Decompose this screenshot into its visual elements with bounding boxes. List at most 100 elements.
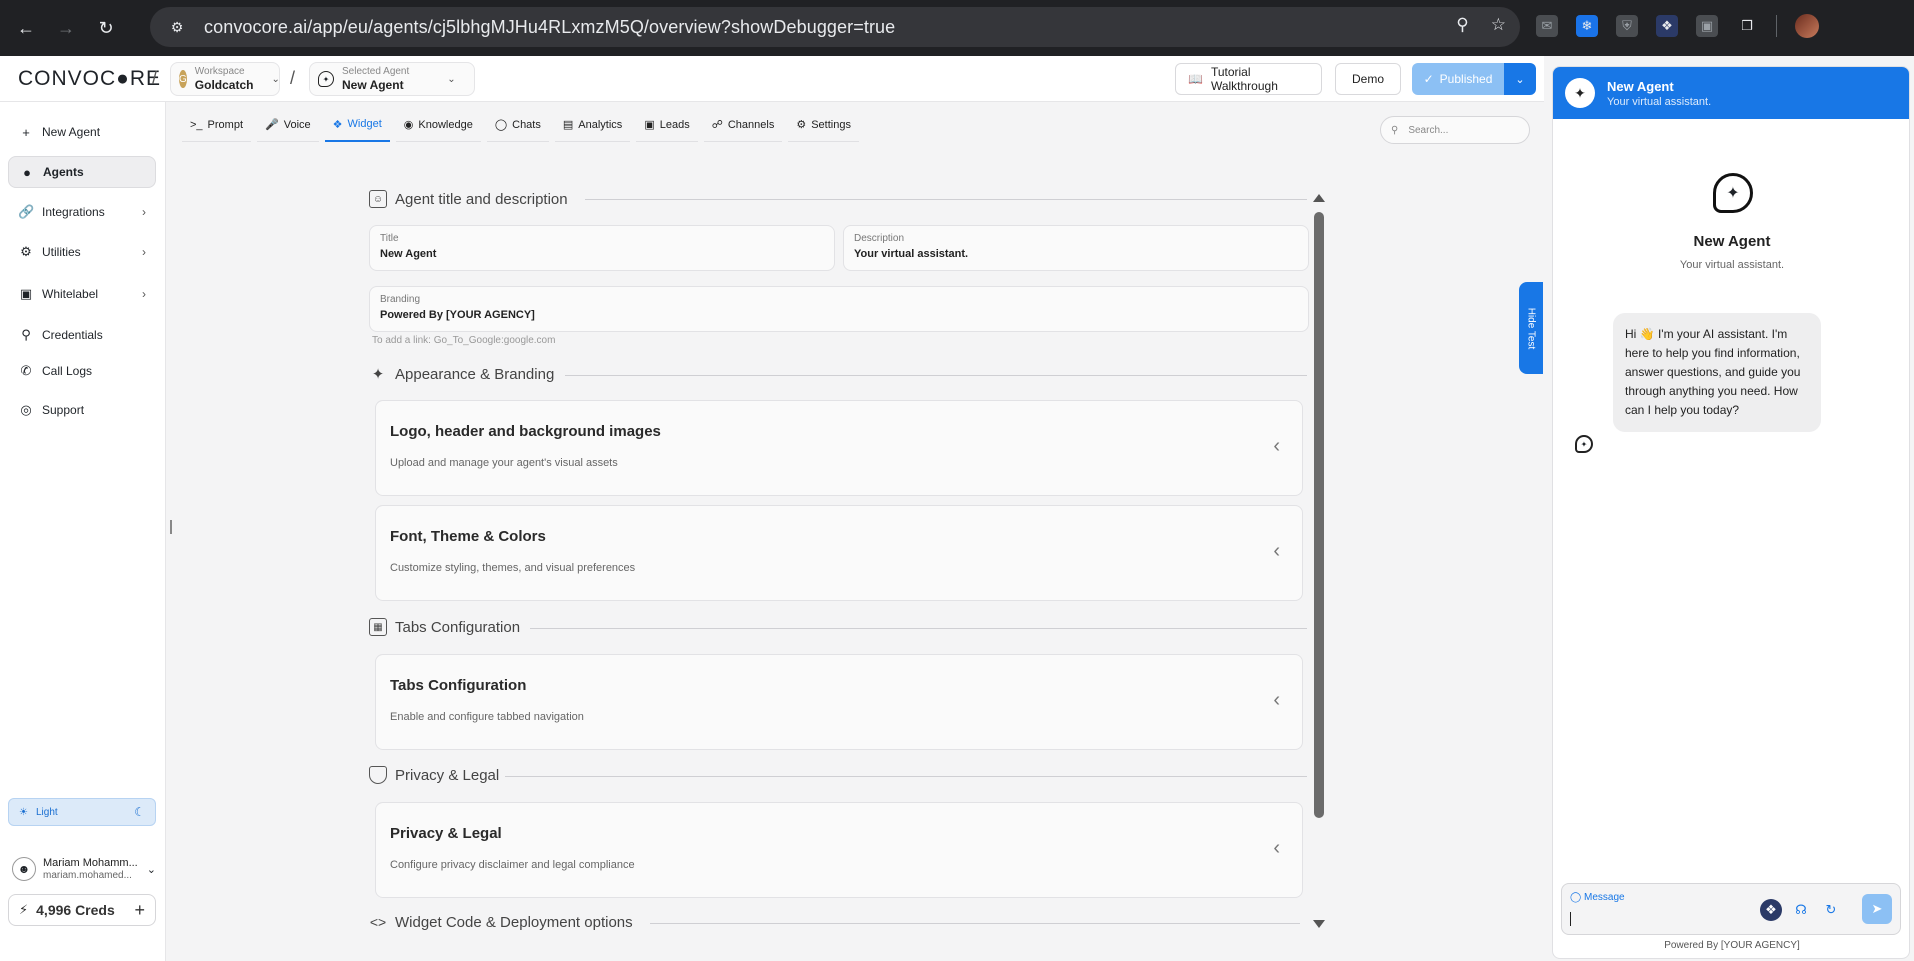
section-heading: Agent title and description [395,190,568,208]
scroll-up-arrow[interactable] [1313,194,1325,202]
bookmark-star-icon[interactable]: ☆ [1491,15,1506,35]
chevron-left-icon[interactable]: ‹ [1273,540,1280,563]
description-field[interactable]: Description Your virtual assistant. [843,225,1309,271]
mail-extension-icon[interactable]: ✉ [1536,15,1558,37]
sidebar-item-utilities[interactable]: ⚙ Utilities › [8,236,156,268]
workspace-selector[interactable]: G Workspace Goldcatch ⌄ [170,62,280,96]
workspace-value: Goldcatch [194,78,254,92]
hide-test-button[interactable]: Hide Test [1519,282,1543,374]
snowflake-extension-icon[interactable]: ❄ [1576,15,1598,37]
logo-images-card[interactable]: Logo, header and background images Uploa… [375,400,1303,496]
card-title: Tabs Configuration [390,677,527,694]
search-placeholder: Search... [1408,124,1449,136]
tab-widget[interactable]: ❖ Widget [324,108,390,142]
chat-agent-title: New Agent [1693,233,1771,250]
font-theme-colors-card[interactable]: Font, Theme & Colors Customize styling, … [375,505,1303,601]
forward-icon[interactable]: → [52,14,80,42]
puzzle-extensions-icon[interactable]: ❒ [1736,15,1758,37]
demo-button[interactable]: Demo [1335,63,1401,95]
sidebar-item-call-logs[interactable]: ✆ Call Logs [8,355,156,387]
tab-analytics[interactable]: ▤ Analytics [554,108,631,142]
sidebar-item-support[interactable]: ◎ Support [8,394,156,426]
agent-label: Selected Agent [342,66,410,77]
sidebar-item-agents[interactable]: ● Agents [8,156,156,188]
chevron-down-icon: ⌄ [146,863,156,876]
message-input[interactable]: ◯ Message ❖ ☊ ↻ ➤ [1561,883,1901,935]
convocore-extension-icon[interactable]: ❖ [1656,15,1678,37]
tab-prompt[interactable]: >_ Prompt [182,108,252,142]
text-caret [1570,912,1571,926]
tabs-configuration-card[interactable]: Tabs Configuration Enable and configure … [375,654,1303,750]
shield-extension-icon[interactable]: ⛨ [1616,15,1638,37]
tutorial-label: Tutorial Walkthrough [1210,65,1278,93]
section-divider [585,199,1307,200]
moon-icon[interactable]: ☾ [134,805,145,819]
tab-label: Knowledge [418,118,473,131]
chevron-left-icon[interactable]: ‹ [1273,435,1280,458]
sidebar-item-label: Credentials [42,328,103,342]
publish-dropdown-icon[interactable]: ⌄ [1504,63,1536,95]
assistant-message: Hi 👋 I'm your AI assistant. I'm here to … [1613,313,1821,432]
description-field-label: Description [854,233,905,244]
back-icon[interactable]: ← [12,14,40,42]
user-menu[interactable]: ☻ Mariam Mohamm... mariam.mohamed... ⌄ [12,852,158,886]
chevron-right-icon: › [142,287,146,301]
credits-display[interactable]: ⚡ 4,996 Creds + [8,894,156,926]
section-widget-code[interactable]: <> Widget Code & Deployment options [369,913,633,931]
agent-value: New Agent [342,78,404,92]
panel-resize-handle[interactable] [170,520,172,534]
chevron-left-icon[interactable]: ‹ [1273,837,1280,860]
profile-avatar[interactable] [1795,14,1819,38]
search-input[interactable]: ⚲ Search... [1380,116,1530,144]
agent-avatar-icon: ✦ [1565,78,1595,108]
chat-header-subtitle: Your virtual assistant. [1607,95,1712,108]
sidebar-item-label: Agents [43,165,84,179]
tutorial-walkthrough-button[interactable]: 📖 Tutorial Walkthrough [1175,63,1322,95]
chevron-left-icon[interactable]: ‹ [1273,689,1280,712]
refresh-icon[interactable]: ↻ [1820,899,1842,921]
contact-card-icon: ▣ [644,119,655,131]
brain-icon: ◉ [403,119,414,131]
toolbar-divider [1776,15,1777,37]
section-heading: Tabs Configuration [395,618,521,636]
sidebar-item-new-agent[interactable]: + New Agent [8,116,156,148]
branding-field-value[interactable]: Powered By [YOUR AGENCY] [380,309,1298,321]
sidebar-item-whitelabel[interactable]: ▣ Whitelabel › [8,278,156,310]
branding-field-label: Branding [380,294,421,305]
address-bar[interactable]: ⚙ convocore.ai/app/eu/agents/cj5lbhgMJHu… [150,7,1520,47]
scrollbar-thumb[interactable] [1314,212,1324,818]
tab-channels[interactable]: ☍ Channels [703,108,783,142]
tab-chats[interactable]: ◯ Chats [486,108,549,142]
description-field-value[interactable]: Your virtual assistant. [854,248,1298,260]
title-field-label: Title [380,233,399,244]
url-text[interactable]: convocore.ai/app/eu/agents/cj5lbhgMJHu4R… [204,17,895,38]
square-extension-icon[interactable]: ▣ [1696,15,1718,37]
tab-voice[interactable]: 🎤 Voice [257,108,319,142]
tab-settings[interactable]: ⚙ Settings [788,108,859,142]
agents-icon: ● [23,164,31,180]
sidebar-item-credentials[interactable]: ⚲ Credentials [8,319,156,351]
reload-icon[interactable]: ↻ [92,14,120,42]
title-field-value[interactable]: New Agent [380,248,824,260]
agent-selector[interactable]: ✦ Selected Agent New Agent ⌄ [309,62,475,96]
zoom-icon[interactable]: ⚲ [1456,15,1468,35]
add-credits-icon[interactable]: + [134,900,145,921]
card-description: Configure privacy disclaimer and legal c… [390,859,635,871]
privacy-legal-card[interactable]: Privacy & Legal Configure privacy discla… [375,802,1303,898]
published-button[interactable]: ✓ Published [1412,63,1504,95]
branding-field[interactable]: Branding Powered By [YOUR AGENCY] [369,286,1309,332]
convocore-widget-icon[interactable]: ❖ [1760,899,1782,921]
site-info-icon[interactable]: ⚙ [164,14,190,40]
send-icon[interactable]: ➤ [1862,894,1892,924]
convocore-logo[interactable]: CONVOC●RE [18,67,161,91]
lightning-icon: ⚡ [19,902,29,917]
headphones-icon[interactable]: ☊ [1790,899,1812,921]
theme-toggle[interactable]: ☀ Light ☾ [8,798,156,826]
scroll-down-arrow[interactable] [1313,920,1325,928]
tab-leads[interactable]: ▣ Leads [636,108,698,142]
tab-knowledge[interactable]: ◉ Knowledge [395,108,481,142]
tab-label: Settings [811,118,851,131]
published-label: Published [1439,72,1493,86]
title-field[interactable]: Title New Agent [369,225,835,271]
sidebar-item-integrations[interactable]: 🔗 Integrations › [8,196,156,228]
